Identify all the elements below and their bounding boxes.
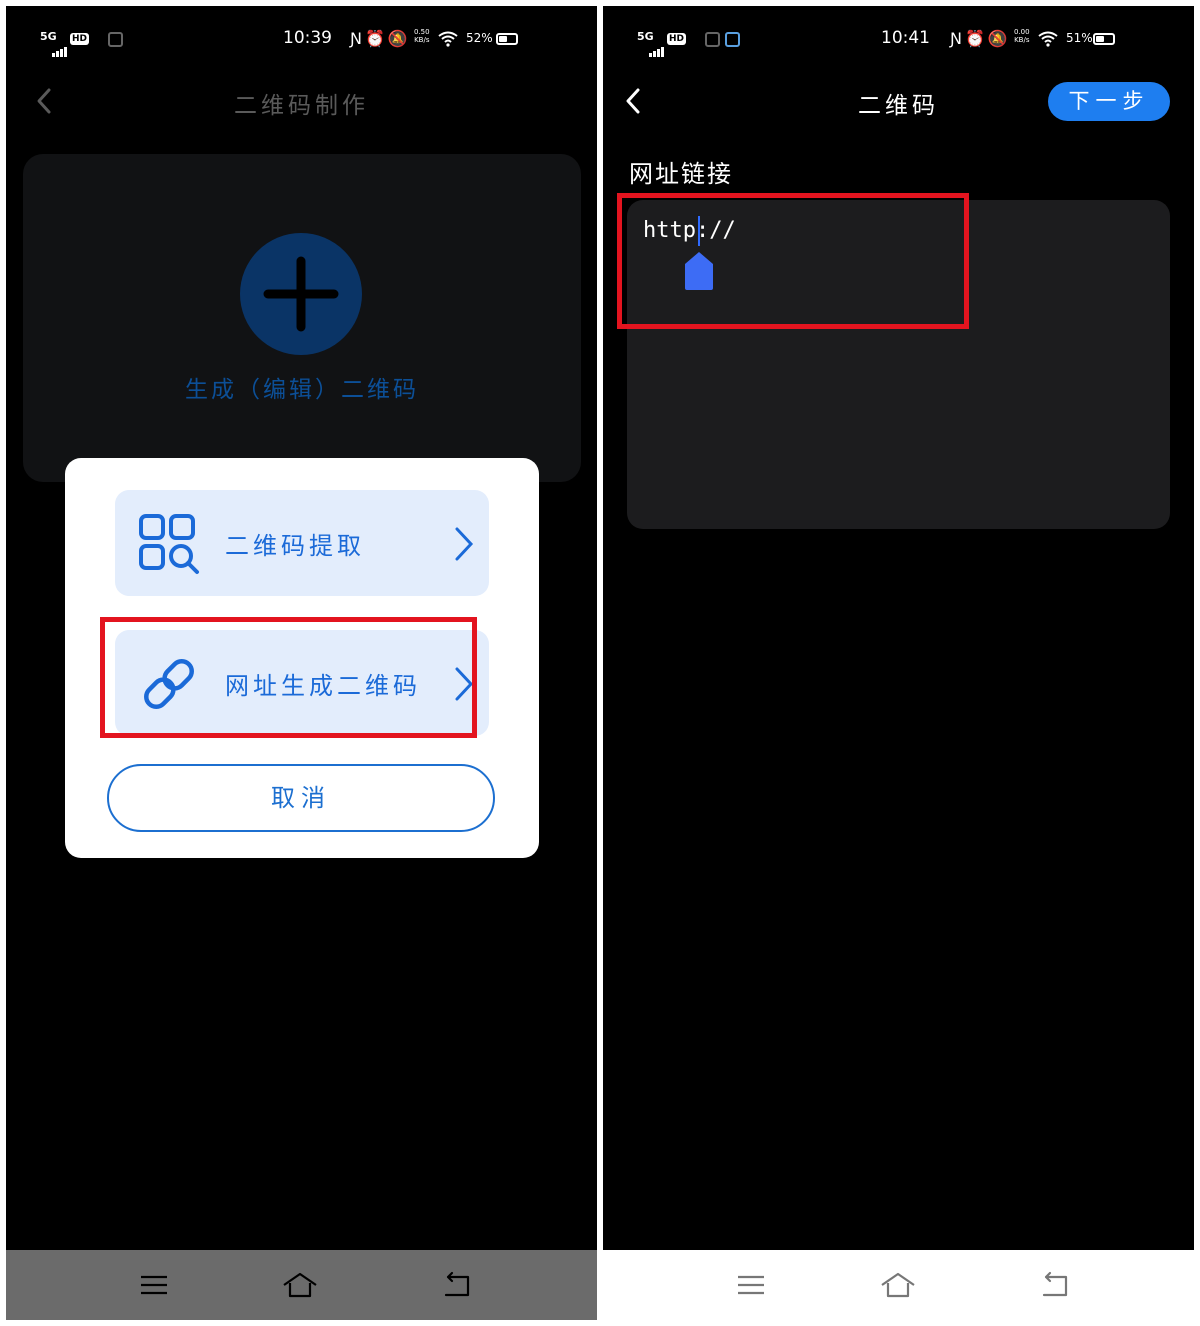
net-speed: 0.00 KB/s [1014, 28, 1030, 44]
qr-scan-icon [139, 514, 199, 574]
option-label: 二维码提取 [225, 532, 365, 560]
battery-fill [499, 36, 507, 42]
battery-percent: 52% [466, 31, 493, 45]
battery-icon [496, 33, 518, 45]
status-bar: 5G HD 10:39 Ɲ⏰🔕 0.50 KB/s 52% [6, 28, 597, 62]
next-step-button[interactable]: 下一步 [1048, 82, 1170, 121]
nfc-icon: Ɲ [950, 29, 965, 48]
system-nav-bar [6, 1250, 597, 1320]
section-label: 网址链接 [629, 160, 733, 188]
alarm-icon: ⏰ [364, 29, 388, 48]
system-nav-bar [603, 1250, 1194, 1320]
battery-icon [1093, 33, 1115, 45]
app-notification-icon [108, 32, 123, 47]
message-notification-icon [725, 32, 740, 47]
battery-percent: 51% [1066, 31, 1093, 45]
home-icon[interactable] [282, 1268, 318, 1302]
wifi-icon [1038, 31, 1058, 47]
status-bar: 5G HD 10:41 Ɲ⏰🔕 0.00 KB/s 51% [603, 28, 1194, 62]
cancel-button[interactable]: 取消 [107, 764, 495, 832]
clock: 10:41 [881, 28, 930, 48]
mute-icon: 🔕 [387, 29, 411, 48]
option-qr-extract[interactable]: 二维码提取 [115, 490, 489, 596]
menu-icon[interactable] [136, 1268, 172, 1302]
header: 二维码制作 [6, 76, 597, 126]
hd-badge: HD [70, 33, 90, 45]
clock: 10:39 [283, 28, 332, 48]
add-button[interactable] [240, 233, 362, 355]
left-screen: 5G HD 10:39 Ɲ⏰🔕 0.50 KB/s 52% 二维码制作 生成（编辑… [6, 6, 597, 1320]
app-notification-icon [705, 32, 720, 47]
home-icon[interactable] [880, 1268, 916, 1302]
status-icons: Ɲ⏰🔕 [350, 29, 411, 48]
mute-icon: 🔕 [987, 29, 1011, 48]
net-speed: 0.50 KB/s [414, 28, 430, 44]
plus-icon [263, 256, 339, 332]
battery-fill [1096, 36, 1104, 42]
header: 二维码 下一步 [603, 76, 1194, 126]
menu-icon[interactable] [733, 1268, 769, 1302]
page-title: 二维码制作 [234, 93, 369, 119]
right-screen: 5G HD 10:41 Ɲ⏰🔕 0.00 KB/s 51% 二维码 下一步 网址链… [603, 6, 1194, 1320]
signal-icon [649, 38, 665, 57]
generate-label: 生成（编辑）二维码 [185, 377, 419, 403]
highlight-box [617, 193, 969, 329]
chevron-right-icon [455, 527, 474, 561]
back-icon[interactable] [1036, 1268, 1072, 1302]
back-icon[interactable] [438, 1268, 474, 1302]
wifi-icon [438, 31, 458, 47]
highlight-box [100, 617, 477, 738]
hd-badge: HD [667, 33, 687, 45]
generate-qr-card[interactable]: 生成（编辑）二维码 [23, 154, 581, 482]
status-icons: Ɲ⏰🔕 [950, 29, 1011, 48]
alarm-icon: ⏰ [964, 29, 988, 48]
nfc-icon: Ɲ [350, 29, 365, 48]
signal-icon [52, 38, 68, 57]
